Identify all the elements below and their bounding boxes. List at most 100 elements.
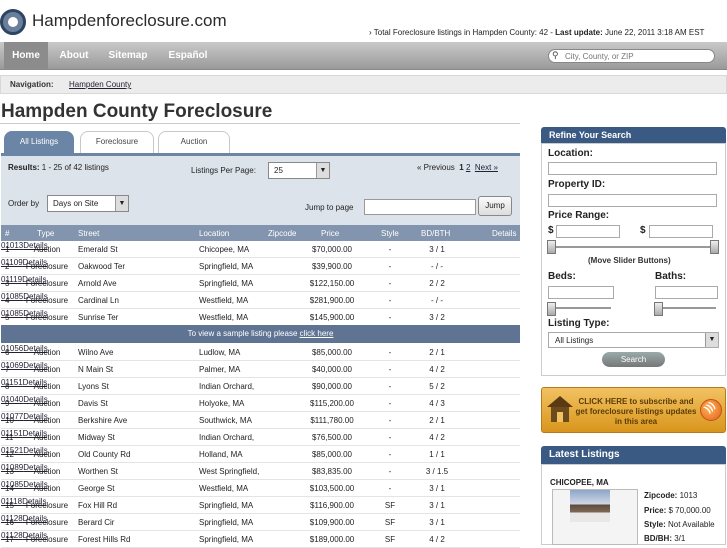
row-number: 8 <box>5 382 10 391</box>
row-bdbth: 1 / 1 <box>429 450 445 459</box>
latest-zipcode-label: Zipcode: <box>644 491 678 500</box>
price-max-input[interactable] <box>649 225 713 238</box>
jump-to-page-input[interactable] <box>364 199 476 215</box>
row-location: Springfield, MA <box>199 279 254 288</box>
baths-label: Baths: <box>655 271 687 282</box>
price-max-slider-handle[interactable] <box>710 240 719 254</box>
nav-sitemap[interactable]: Sitemap <box>99 42 157 70</box>
price-range-label: Price Range: <box>548 210 610 221</box>
row-price: $109,900.00 <box>309 518 355 527</box>
baths-input[interactable] <box>655 286 718 299</box>
nav-about[interactable]: About <box>52 42 96 70</box>
row-type: Foreclosure <box>25 313 69 322</box>
baths-slider-handle[interactable] <box>654 302 663 316</box>
chevron-down-icon[interactable]: ▼ <box>705 333 718 347</box>
row-type: Foreclosure <box>25 535 69 544</box>
tab-foreclosure[interactable]: Foreclosure <box>80 131 154 153</box>
row-type: Auction <box>33 484 61 493</box>
latest-style-label: Style: <box>644 520 666 529</box>
row-street: Arnold Ave <box>78 279 117 288</box>
nav-espanol[interactable]: Español <box>160 42 216 70</box>
row-bdbth: 4 / 2 <box>429 433 445 442</box>
chevron-down-icon[interactable]: ▼ <box>115 196 128 211</box>
latest-bdbh-label: BD/BH: <box>644 534 672 543</box>
row-number: 3 <box>5 279 10 288</box>
location-input[interactable] <box>548 162 717 175</box>
row-style: - <box>388 399 392 408</box>
subscribe-text[interactable]: CLICK HERE to subscribe and get foreclos… <box>573 397 699 427</box>
row-street: Old County Rd <box>78 450 131 459</box>
row-street: Forest Hills Rd <box>78 535 131 544</box>
row-style: - <box>388 245 392 254</box>
row-location: Ludlow, MA <box>199 348 241 357</box>
search-button[interactable]: Search <box>602 352 665 367</box>
row-location: Indian Orchard, <box>199 382 255 391</box>
latest-zipcode: Zipcode: 1013 <box>644 491 697 500</box>
search-input[interactable] <box>565 49 710 63</box>
search-icon[interactable]: ⚲ <box>552 51 561 60</box>
col-header-style: Style <box>381 229 399 238</box>
site-logo-icon[interactable] <box>0 9 26 35</box>
price-min-slider-handle[interactable] <box>547 240 556 254</box>
tab-all-listings[interactable]: All Listings <box>4 131 74 153</box>
breadcrumb-link-hampden-county[interactable]: Hampden County <box>69 80 131 89</box>
site-name[interactable]: Hampdenforeclosure.com <box>32 11 227 31</box>
listings-per-page-label: Listings Per Page: <box>191 166 256 175</box>
row-number: 17 <box>5 535 14 544</box>
beds-label: Beds: <box>548 271 576 282</box>
row-location: Holland, MA <box>199 450 243 459</box>
row-price: $281,900.00 <box>309 296 355 305</box>
table-row: 7 Auction N Main St Palmer, MA 01069 $40,000.… <box>1 361 520 378</box>
jump-button[interactable]: Jump <box>478 196 512 216</box>
row-location: Indian Orchard, <box>199 433 255 442</box>
pager-previous[interactable]: « Previous <box>417 163 455 172</box>
col-header-price: Price <box>321 229 340 238</box>
row-type: Auction <box>33 416 61 425</box>
house-photo[interactable] <box>570 490 610 522</box>
row-street: George St <box>78 484 115 493</box>
chevron-down-icon[interactable]: ▼ <box>316 163 329 178</box>
row-type: Auction <box>33 450 61 459</box>
beds-input[interactable] <box>548 286 614 299</box>
results-value: 1 - 25 of 42 listings <box>39 163 109 172</box>
table-row: 13 Auction Worthen St West Springfield, 0108… <box>1 463 520 480</box>
row-type: Auction <box>33 433 61 442</box>
col-header-location: Location <box>199 229 230 238</box>
pager-next[interactable]: Next » <box>475 163 498 172</box>
row-style: - <box>388 296 392 305</box>
property-id-input[interactable] <box>548 194 717 207</box>
row-street: Wilno Ave <box>78 348 114 357</box>
row-style: - <box>388 484 392 493</box>
nav-home[interactable]: Home <box>4 42 48 70</box>
row-style: SF <box>384 535 396 544</box>
row-street: Worthen St <box>78 467 118 476</box>
sample-listing-text: To view a sample listing please <box>187 329 300 338</box>
row-number: 15 <box>5 501 14 510</box>
property-id-label: Property ID: <box>548 179 606 190</box>
beds-slider-handle[interactable] <box>547 302 556 316</box>
price-slider-track <box>551 246 715 248</box>
row-street: Emerald St <box>78 245 118 254</box>
rss-icon[interactable] <box>700 399 722 421</box>
row-location: Springfield, MA <box>199 535 254 544</box>
row-street: Midway St <box>78 433 115 442</box>
row-bdbth: 5 / 2 <box>429 382 445 391</box>
row-location: Holyoke, MA <box>199 399 245 408</box>
pager-page-2[interactable]: 2 <box>466 163 470 172</box>
row-price: $115,200.00 <box>310 399 354 408</box>
tab-auction[interactable]: Auction <box>158 131 230 153</box>
row-bdbth: 3 / 1 <box>429 501 445 510</box>
price-min-input[interactable] <box>556 225 620 238</box>
listing-type-label: Listing Type: <box>548 318 610 329</box>
price-max-dollar: $ <box>640 225 646 236</box>
table-row: 5 Foreclosure Sunrise Ter Westfield, MA 0108… <box>1 309 520 326</box>
row-location: Palmer, MA <box>199 365 241 374</box>
last-update-label: Last update: <box>555 28 603 37</box>
latest-price-value: $ 70,000.00 <box>666 506 711 515</box>
row-type: Auction <box>33 382 61 391</box>
row-bdbth: 2 / 1 <box>429 416 445 425</box>
sample-listing-link[interactable]: click here <box>300 329 334 338</box>
col-header-bdbth: BD/BTH <box>421 229 451 238</box>
col-header-street: Street <box>78 229 100 238</box>
row-location: Westfield, MA <box>199 296 249 305</box>
